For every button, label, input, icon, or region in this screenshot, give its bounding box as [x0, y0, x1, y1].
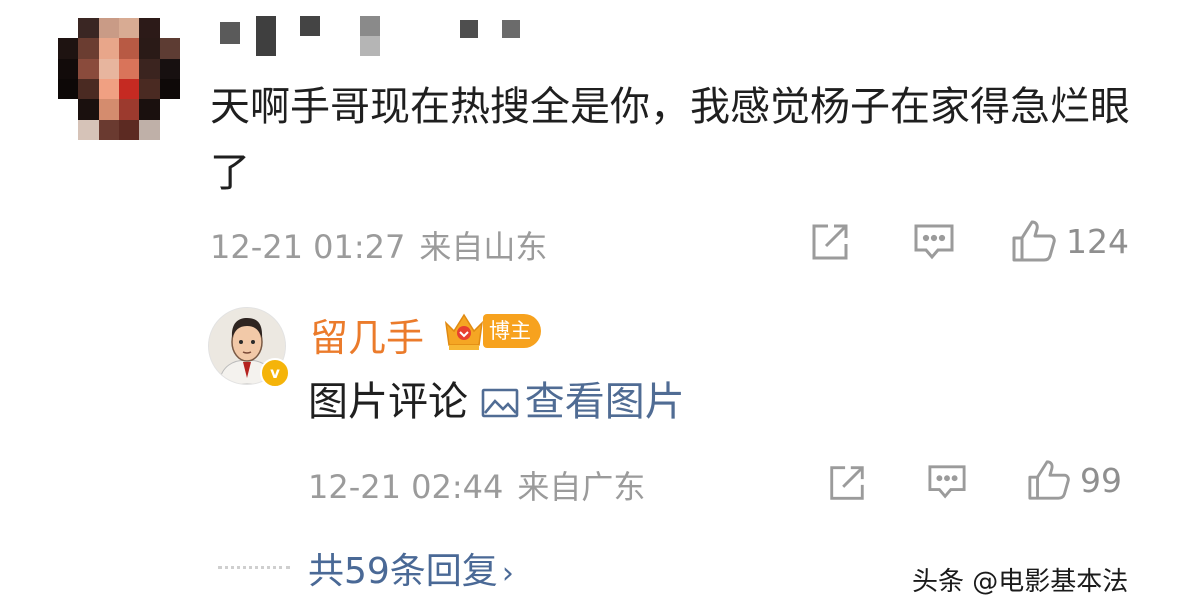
crown-icon — [442, 309, 486, 353]
comment-icon — [928, 465, 966, 499]
blogger-badge: 博主 — [483, 314, 541, 348]
view-image-link[interactable]: 查看图片 — [481, 379, 685, 425]
comment-like-count: 124 — [1066, 221, 1129, 261]
comment-reply-button[interactable] — [912, 222, 956, 262]
comment-share-button[interactable] — [808, 220, 852, 264]
reply-reply-button[interactable] — [926, 463, 968, 501]
comment-location: 来自山东 — [419, 228, 548, 266]
share-icon — [830, 466, 864, 500]
watermark: 头条 @电影基本法 — [912, 567, 1129, 597]
comment-icon — [914, 224, 954, 260]
reply-text: 图片评论 — [308, 379, 468, 425]
more-replies-link[interactable]: 共59条回复 › — [308, 542, 514, 594]
share-icon — [812, 224, 848, 260]
comment-date: 12-21 01:27 — [210, 228, 406, 266]
chevron-right-icon: › — [501, 556, 514, 591]
verified-badge: v — [260, 358, 290, 388]
more-replies-label: 共59条回复 — [308, 551, 498, 592]
like-icon — [1028, 460, 1070, 500]
reply-share-button[interactable] — [826, 462, 868, 504]
reply-like-button[interactable]: 99 — [1026, 458, 1122, 502]
view-image-label: 查看图片 — [524, 379, 685, 425]
comment-like-button[interactable]: 124 — [1010, 218, 1129, 264]
reply-content: 图片评论 查看图片 — [308, 372, 685, 432]
reply-author-name[interactable]: 留几手 — [310, 307, 424, 362]
comment-meta: 12-21 01:27 来自山东 — [210, 222, 547, 268]
comment-text: 天啊手哥现在热搜全是你，我感觉杨子在家得急烂眼了 — [210, 84, 1130, 196]
image-icon — [481, 388, 519, 418]
username-blurred[interactable] — [220, 16, 550, 60]
reply-meta: 12-21 02:44 来自广东 — [308, 462, 645, 508]
reply-date: 12-21 02:44 — [308, 468, 504, 506]
divider-dots — [218, 566, 290, 569]
reply-location: 来自广东 — [517, 468, 646, 506]
reply-like-count: 99 — [1080, 460, 1122, 500]
avatar-blurred[interactable] — [58, 18, 180, 140]
like-icon — [1012, 220, 1056, 262]
